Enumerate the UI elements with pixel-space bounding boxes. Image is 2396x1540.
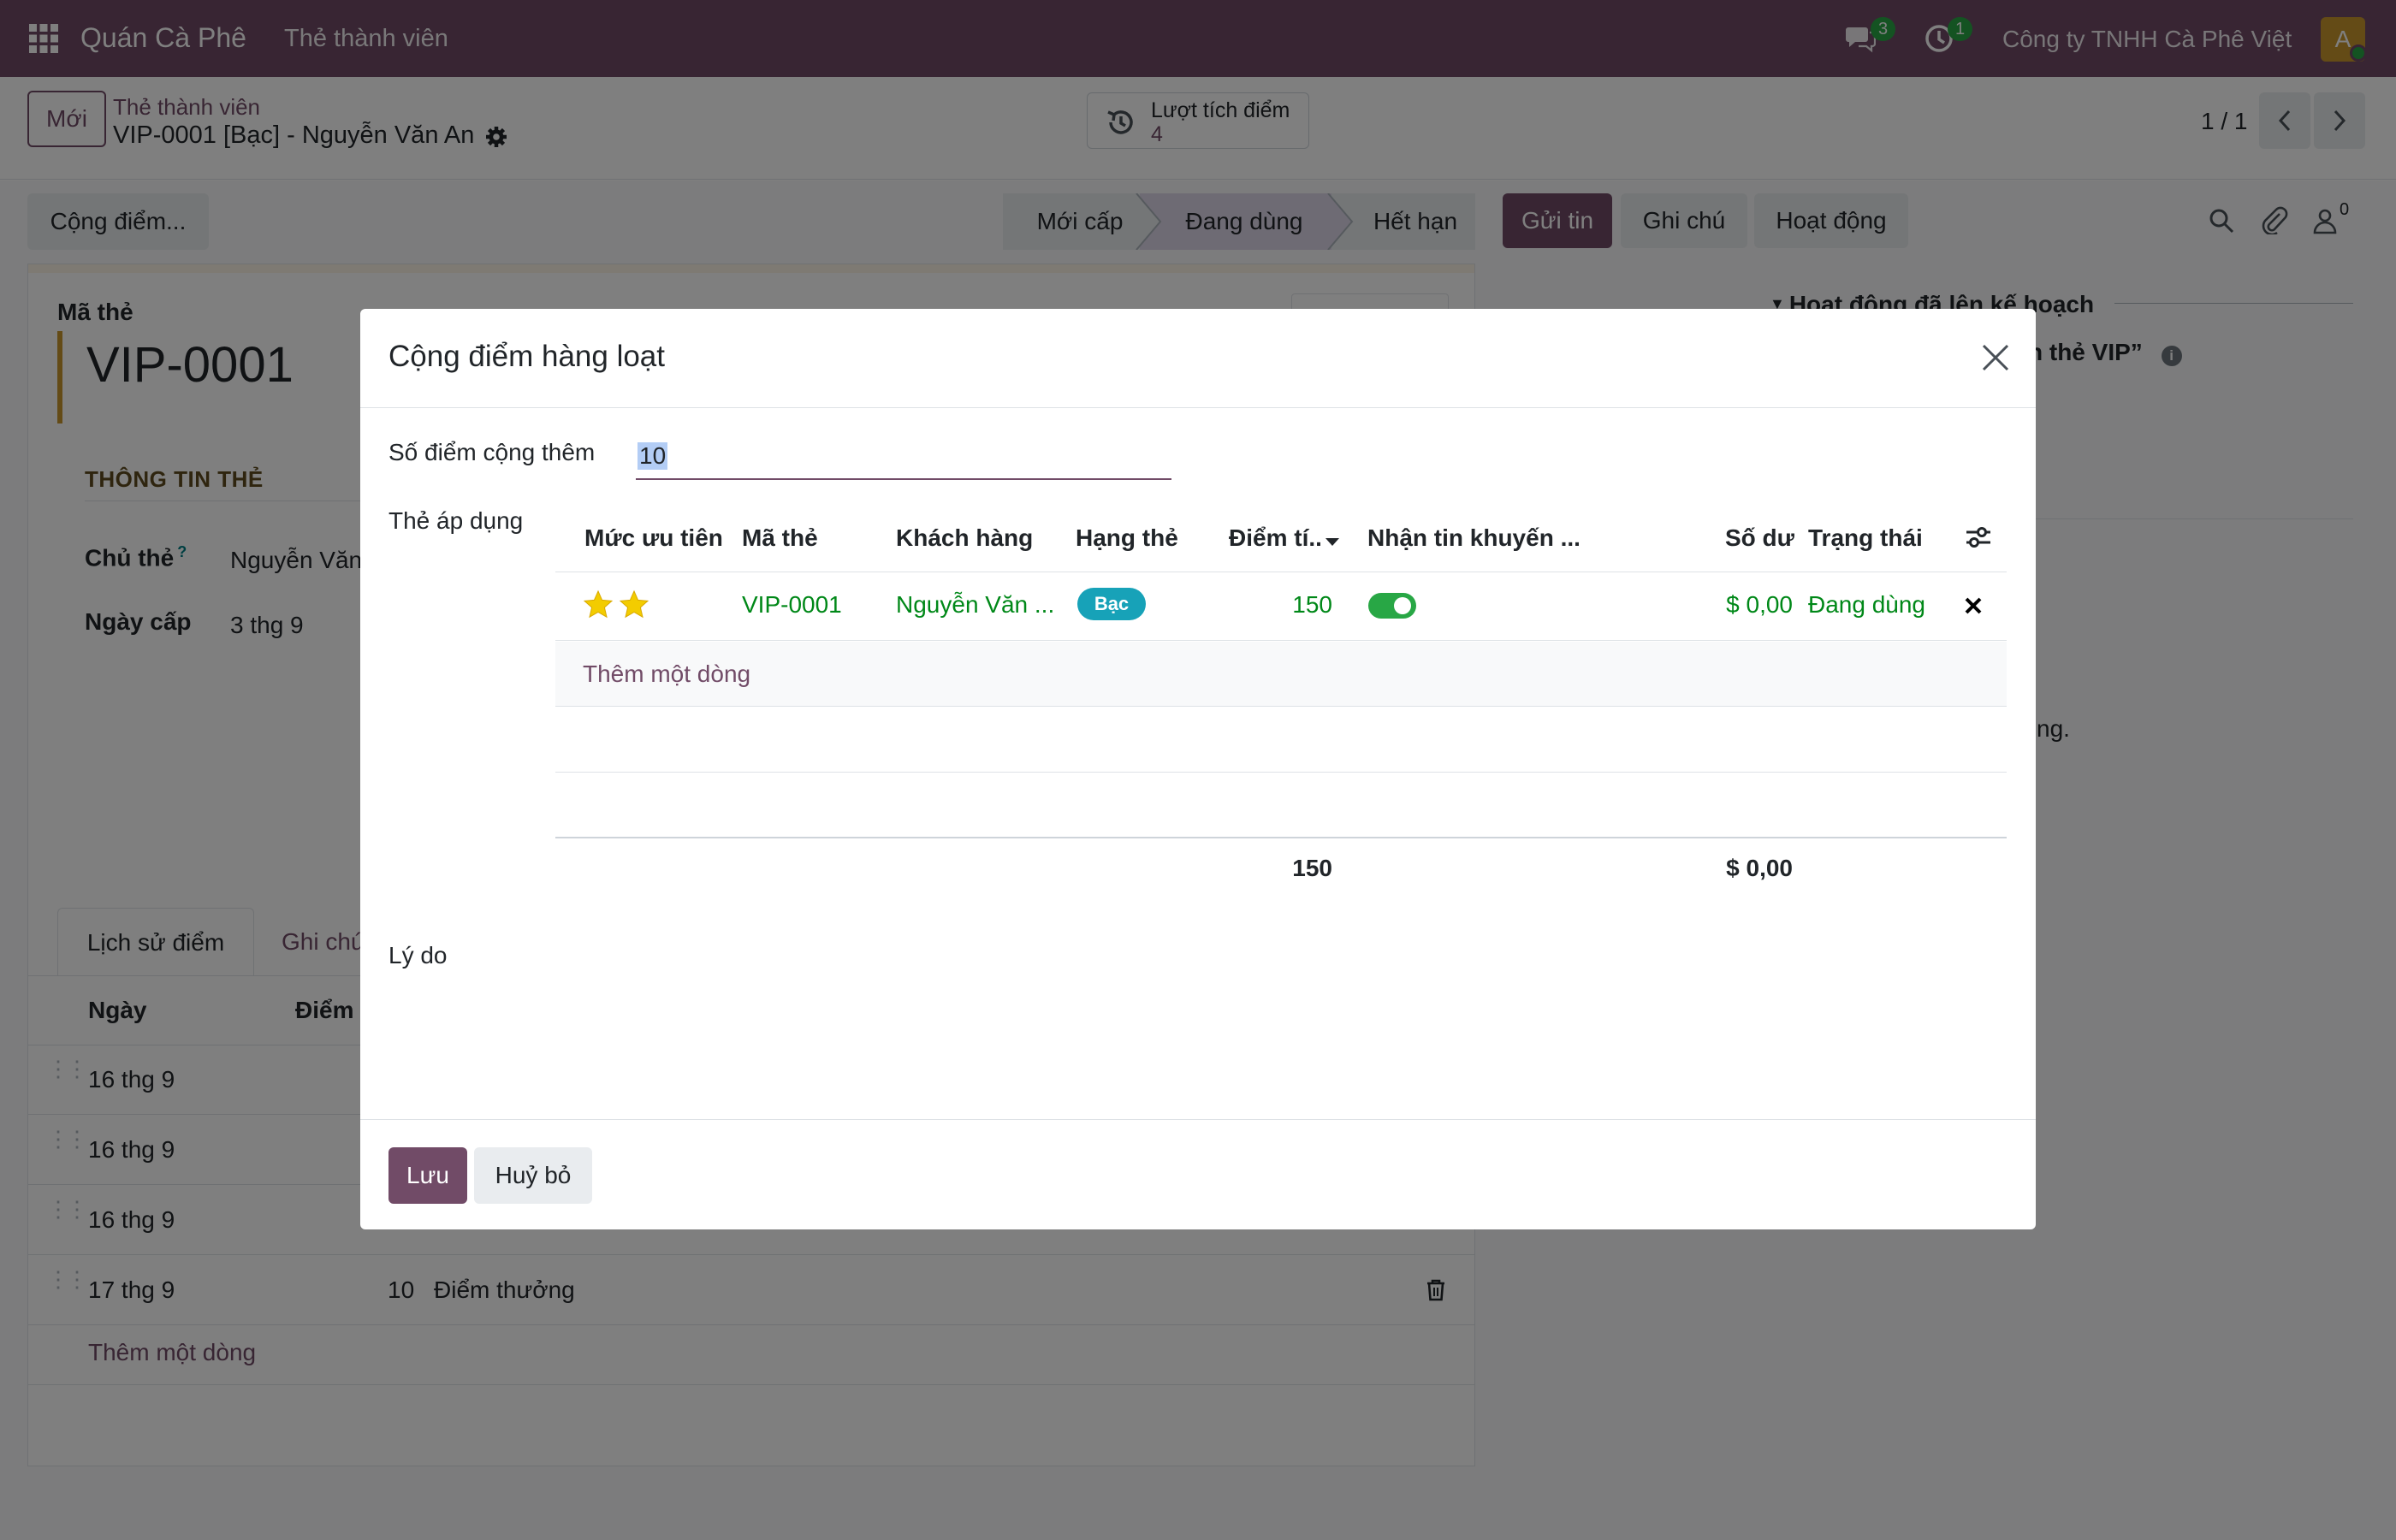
col-status[interactable]: Trạng thái <box>1808 524 1923 552</box>
toggle-knob <box>1394 597 1411 614</box>
col-card-code[interactable]: Mã thẻ <box>742 524 818 552</box>
remove-row-icon[interactable] <box>1964 596 1983 615</box>
promo-toggle[interactable] <box>1368 593 1416 619</box>
cancel-button[interactable]: Huỷ bỏ <box>474 1147 592 1204</box>
cards-label: Thẻ áp dụng <box>388 507 524 534</box>
col-priority[interactable]: Mức ưu tiên <box>584 524 723 552</box>
priority-stars[interactable] <box>583 589 651 622</box>
row-points: 150 <box>1292 591 1332 618</box>
reason-input[interactable] <box>636 930 2007 981</box>
row-customer[interactable]: Nguyễn Văn ... <box>896 591 1054 619</box>
row-card-code[interactable]: VIP-0001 <box>742 591 842 619</box>
points-input-value: 10 <box>638 442 668 470</box>
star-icon <box>619 589 649 619</box>
col-balance[interactable]: Số dư <box>1725 524 1794 552</box>
table-row[interactable]: VIP-0001 Nguyễn Văn ... Bạc 150 $ 0,00 Đ… <box>555 572 2007 641</box>
col-tier[interactable]: Hạng thẻ <box>1076 524 1178 552</box>
col-customer[interactable]: Khách hàng <box>896 524 1033 552</box>
points-label: Số điểm cộng thêm <box>388 439 596 465</box>
empty-row <box>555 773 2007 838</box>
total-points: 150 <box>1292 855 1332 881</box>
row-status: Đang dùng <box>1808 591 1926 618</box>
total-balance: $ 0,00 <box>1726 855 1793 881</box>
reason-label: Lý do <box>388 942 448 968</box>
empty-row <box>555 708 2007 773</box>
add-line-link[interactable]: Thêm một dòng <box>583 660 750 688</box>
dialog-header-divider <box>360 407 2036 408</box>
add-line-row[interactable]: Thêm một dòng <box>555 642 2007 707</box>
close-icon[interactable] <box>1981 343 2010 372</box>
col-promo-opt-in[interactable]: Nhận tin khuyến ... <box>1367 524 1581 552</box>
dialog-title: Cộng điểm hàng loạt <box>388 340 665 373</box>
save-button[interactable]: Lưu <box>388 1147 467 1204</box>
add-points-dialog: Cộng điểm hàng loạt Số điểm cộng thêm 10… <box>360 309 2036 1229</box>
dialog-footer-divider <box>360 1119 2036 1120</box>
row-balance: $ 0,00 <box>1726 591 1793 618</box>
optional-columns-icon[interactable] <box>1964 524 1993 550</box>
star-icon <box>583 589 614 619</box>
col-points[interactable]: Điểm tí.. <box>1229 524 1322 552</box>
sort-desc-icon <box>1326 536 1339 547</box>
points-input[interactable]: 10 <box>636 434 1171 480</box>
row-tier-badge: Bạc <box>1077 588 1146 620</box>
